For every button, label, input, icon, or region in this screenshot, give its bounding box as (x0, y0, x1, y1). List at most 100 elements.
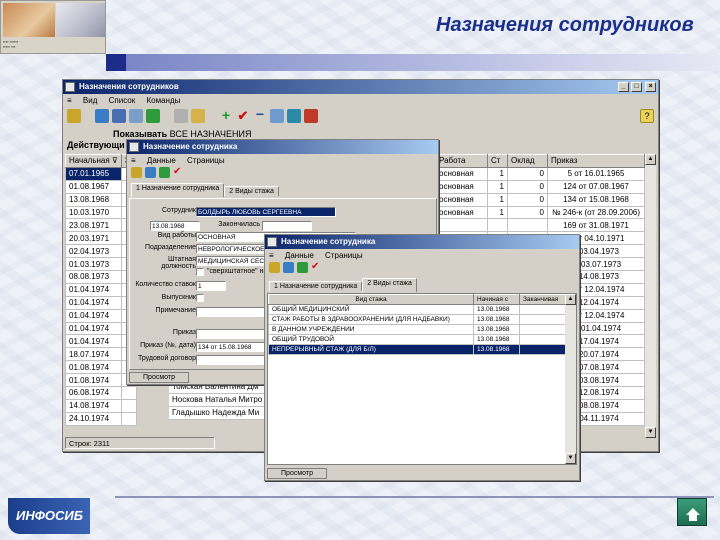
help-icon[interactable]: ? (640, 109, 654, 123)
main-toolbar: + ✔ − ? (63, 107, 658, 125)
book-icon[interactable] (287, 109, 301, 123)
filter-icon[interactable] (129, 109, 143, 123)
column-to[interactable]: Заканчивая (519, 294, 566, 305)
end-date-field[interactable] (262, 221, 312, 231)
column-order[interactable]: Приказ (547, 154, 645, 168)
start-date-cell: 06.08.1974 (65, 386, 122, 400)
table-row[interactable]: основная 1 0 № 246-к (от 28.09.2006) (435, 205, 645, 220)
menu-list[interactable]: Список (109, 96, 136, 105)
dialog2-vertical-scrollbar[interactable]: ▲ ▼ (565, 294, 576, 464)
home-button[interactable] (677, 498, 707, 526)
refresh-icon[interactable] (146, 109, 160, 123)
dialog2-scroll-down-arrow-icon[interactable]: ▼ (565, 453, 576, 464)
rate-cell: 1 (487, 205, 508, 220)
salary-cell (507, 218, 548, 233)
graduate-checkbox[interactable] (196, 294, 204, 302)
scroll-up-arrow-icon[interactable]: ▲ (645, 154, 656, 165)
column-from[interactable]: Начиная с (473, 294, 520, 305)
column-rate[interactable]: Ст (487, 154, 508, 168)
open-folder-icon[interactable] (191, 109, 205, 123)
rate-cell: 1 (487, 192, 508, 207)
table-row[interactable]: основная 1 0 134 от 15.08.1968 (435, 192, 645, 207)
eraser-icon[interactable] (304, 109, 318, 123)
overstaff-checkbox[interactable] (196, 268, 204, 276)
column-experience-type[interactable]: Вид стажа (268, 294, 474, 305)
tab2-assignment[interactable]: 1 Назначение сотрудника (269, 281, 363, 291)
menu-view[interactable]: Вид (83, 96, 97, 105)
dialog2-menu-pages[interactable]: Страницы (325, 251, 363, 260)
tab-experience[interactable]: 2 Виды стажа (224, 186, 279, 196)
confirm-check-icon[interactable]: ✔ (236, 109, 250, 123)
order-cell: 169 от 31.08.1971 (547, 218, 645, 233)
menu-commands[interactable]: Команды (146, 96, 180, 105)
dialog1-check-icon[interactable]: ✔ (173, 167, 184, 178)
experience-row[interactable]: ОБЩИЙ МЕДИЦИНСКИЙ 13.08.1968 (268, 304, 566, 315)
employee-field[interactable]: БОЛДЫРЬ ЛЮБОВЬ СЕРГЕЕВНА (196, 207, 336, 217)
edit-icon[interactable] (112, 109, 126, 123)
names-column: Томская Валентина Дм Носкова Наталья Митр… (169, 381, 264, 420)
table-row[interactable]: 06.08.1974 (65, 386, 138, 400)
dialog2-view-button[interactable]: Просмотр (267, 468, 327, 479)
table-row[interactable]: 14.08.1974 (65, 398, 138, 413)
maximize-button[interactable]: □ (631, 82, 642, 92)
dialog2-exit-icon[interactable] (269, 262, 280, 273)
dialog2-scroll-up-arrow-icon[interactable]: ▲ (565, 294, 576, 305)
table-row[interactable]: основная 1 0 124 от 07.08.1967 (435, 179, 645, 194)
start-date-field[interactable]: 13.08.1968 (150, 221, 200, 231)
table-icon[interactable] (270, 109, 284, 123)
experience-row[interactable]: СТАЖ РАБОТЫ В ЗДРАВООХРАНЕНИИ (ДЛЯ НАДБА… (268, 314, 566, 325)
filter-value[interactable]: ВСЕ НАЗНАЧЕНИЯ (170, 129, 252, 139)
to-cell (519, 304, 566, 315)
table-row[interactable]: основная 1 0 5 от 16.01.1965 (435, 166, 645, 181)
print-icon[interactable] (174, 109, 188, 123)
dialog1-exit-icon[interactable] (131, 167, 142, 178)
dialog1-menu-pages[interactable]: Страницы (187, 156, 225, 165)
start-date-cell: 01.04.1974 (65, 321, 122, 336)
start-date-cell: 14.08.1974 (65, 398, 122, 413)
column-salary[interactable]: Оклад (507, 154, 548, 168)
dialog1-tabs: 1 Назначение сотрудника 2 Виды стажа (127, 181, 438, 197)
main-vertical-scrollbar[interactable]: ▲ ▼ (645, 154, 656, 438)
dialog1-icon (129, 142, 139, 152)
close-button[interactable]: × (645, 82, 656, 92)
experience-grid-area: Вид стажа Начиная с Заканчивая ОБЩИЙ МЕД… (267, 293, 577, 465)
start-date-cell: 10.03.1970 (65, 205, 122, 220)
dialog2-system-menu-icon[interactable]: ≡ (269, 251, 274, 260)
dialog2-calendar-icon[interactable] (283, 262, 294, 273)
table-row[interactable]: 169 от 31.08.1971 (435, 218, 645, 233)
dialog1-system-menu-icon[interactable]: ≡ (131, 156, 136, 165)
tab2-experience[interactable]: 2 Виды стажа (362, 278, 417, 292)
experience-row[interactable]: ОБЩИЙ ТРУДОВОЙ 13.08.1968 (268, 334, 566, 345)
start-date-cell: 01.08.1974 (65, 360, 122, 375)
dialog1-calendar-icon[interactable] (145, 167, 156, 178)
dialog1-menu-data[interactable]: Данные (147, 156, 176, 165)
z-cell (120, 411, 138, 426)
exit-door-icon[interactable] (67, 109, 81, 123)
scroll-down-arrow-icon[interactable]: ▼ (645, 427, 656, 438)
dialog1-view-button[interactable]: Просмотр (129, 372, 189, 383)
calendar-icon[interactable] (95, 109, 109, 123)
minimize-button[interactable]: _ (618, 82, 629, 92)
experience-row[interactable]: В ДАННОМ УЧРЕЖДЕНИИ 13.08.1968 (268, 324, 566, 335)
employee-name-cell: Носкова Наталья Митро (169, 394, 264, 407)
start-date-cell: 20.03.1971 (65, 231, 122, 246)
dialog2-refresh-icon[interactable] (297, 262, 308, 273)
rate-count-field[interactable]: 1 (196, 281, 226, 291)
add-icon[interactable]: + (219, 108, 233, 123)
remove-icon[interactable]: − (253, 107, 267, 123)
experience-row[interactable]: НЕПРЕРЫВНЫЙ СТАЖ (ДЛЯ Б/Л) 13.08.1968 (268, 344, 566, 355)
order-label: Приказ (172, 329, 196, 336)
salary-cell: 0 (507, 192, 548, 207)
start-date-cell: 01.04.1974 (65, 282, 122, 297)
dialog1-refresh-icon[interactable] (159, 167, 170, 178)
system-menu-icon[interactable]: ≡ (67, 96, 72, 105)
dialog2-tabs: 1 Назначение сотрудника 2 Виды стажа (265, 276, 579, 292)
infosib-logo: ИНФОСИБ (8, 498, 90, 534)
column-work[interactable]: Работа (435, 154, 488, 168)
tab-assignment[interactable]: 1 Назначение сотрудника (131, 183, 225, 197)
dialog2-check-icon[interactable]: ✔ (311, 262, 322, 273)
column-start-date[interactable]: Начальная ⊽ (65, 154, 122, 168)
table-row[interactable]: 24.10.1974 (65, 411, 138, 426)
dialog2-menu-data[interactable]: Данные (285, 251, 314, 260)
app-icon (65, 82, 75, 92)
